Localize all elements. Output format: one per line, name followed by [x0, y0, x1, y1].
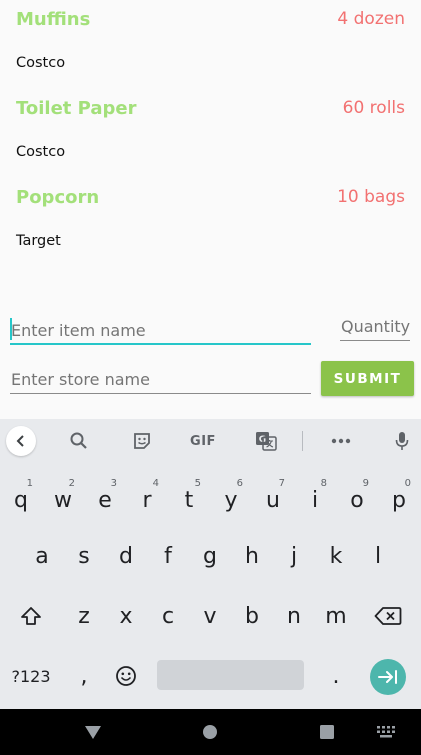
- key-x[interactable]: x: [106, 592, 146, 640]
- key-hint: 8: [320, 478, 327, 489]
- submit-button[interactable]: SUBMIT: [321, 361, 414, 396]
- recents-square-icon: [320, 725, 334, 739]
- key-j[interactable]: j: [274, 532, 314, 580]
- item-name: Muffins: [16, 9, 91, 30]
- key-label: t: [184, 487, 194, 513]
- space-bar[interactable]: [157, 660, 304, 690]
- next-arrow-icon: [378, 670, 397, 684]
- translate-icon[interactable]: G: [251, 419, 281, 463]
- key-e[interactable]: e3: [85, 476, 125, 524]
- item-store: Costco: [16, 144, 66, 160]
- key-z[interactable]: z: [64, 592, 104, 640]
- key-h[interactable]: h: [232, 532, 272, 580]
- list-item[interactable]: Toilet Paper 60 rolls Costco: [0, 89, 421, 178]
- key-l[interactable]: l: [358, 532, 398, 580]
- back-nav-button[interactable]: [78, 709, 108, 755]
- microphone-icon[interactable]: [387, 419, 417, 463]
- emoji-icon: [116, 666, 136, 686]
- key-hint: 7: [278, 478, 285, 489]
- gif-label: GIF: [190, 433, 216, 449]
- symbols-key[interactable]: ?123: [4, 654, 58, 698]
- shift-key[interactable]: [6, 592, 56, 640]
- key-label: u: [266, 487, 280, 513]
- shift-icon: [21, 607, 41, 625]
- collapse-toolbar-button[interactable]: [6, 419, 36, 463]
- item-name: Toilet Paper: [16, 98, 137, 119]
- key-label: y: [224, 487, 238, 513]
- key-d[interactable]: d: [106, 532, 146, 580]
- key-p[interactable]: p0: [379, 476, 419, 524]
- item-quantity: 4 dozen: [337, 9, 405, 29]
- item-store: Target: [16, 233, 61, 249]
- list-item[interactable]: Muffins 4 dozen Costco: [0, 0, 421, 89]
- key-hint: 5: [194, 478, 201, 489]
- key-label: p: [392, 487, 406, 513]
- search-icon[interactable]: [64, 419, 94, 463]
- key-hint: 9: [362, 478, 369, 489]
- key-y[interactable]: y6: [211, 476, 251, 524]
- home-circle-icon: [203, 725, 217, 739]
- home-nav-button[interactable]: [195, 709, 225, 755]
- key-v[interactable]: v: [190, 592, 230, 640]
- item-quantity: 10 bags: [337, 187, 405, 207]
- key-t[interactable]: t5: [169, 476, 209, 524]
- gif-button[interactable]: GIF: [186, 419, 220, 463]
- recents-nav-button[interactable]: [312, 709, 342, 755]
- key-i[interactable]: i8: [295, 476, 335, 524]
- keyboard-icon: [377, 726, 395, 738]
- store-name-underline: [10, 393, 311, 394]
- key-b[interactable]: b: [232, 592, 272, 640]
- keyboard-toolbar: GIF G: [0, 419, 421, 463]
- key-hint: 3: [110, 478, 117, 489]
- emoji-key[interactable]: [106, 654, 146, 698]
- key-s[interactable]: s: [64, 532, 104, 580]
- item-quantity: 60 rolls: [342, 98, 405, 118]
- item-name: Popcorn: [16, 187, 100, 208]
- key-hint: 0: [404, 478, 411, 489]
- item-store: Costco: [16, 55, 66, 71]
- quantity-underline: [340, 340, 410, 341]
- backspace-key[interactable]: [364, 592, 412, 640]
- list-item[interactable]: Popcorn 10 bags Target: [0, 178, 421, 267]
- period-key[interactable]: .: [316, 654, 356, 698]
- quantity-input[interactable]: [341, 314, 411, 338]
- key-hint: 2: [68, 478, 75, 489]
- key-label: i: [311, 487, 319, 513]
- chevron-left-icon: [6, 426, 36, 456]
- item-name-underline: [10, 343, 311, 345]
- key-c[interactable]: c: [148, 592, 188, 640]
- enter-key[interactable]: [370, 659, 406, 695]
- key-o[interactable]: o9: [337, 476, 377, 524]
- key-u[interactable]: u7: [253, 476, 293, 524]
- backspace-icon: [374, 607, 402, 625]
- more-options-icon[interactable]: [326, 419, 356, 463]
- key-w[interactable]: w2: [43, 476, 83, 524]
- key-label: e: [98, 487, 112, 513]
- key-label: r: [142, 487, 152, 513]
- key-r[interactable]: r4: [127, 476, 167, 524]
- key-label: w: [54, 487, 72, 513]
- key-a[interactable]: a: [22, 532, 62, 580]
- comma-key[interactable]: ,: [64, 654, 104, 698]
- back-triangle-icon: [85, 726, 101, 739]
- key-label: o: [350, 487, 364, 513]
- key-q[interactable]: q1: [1, 476, 41, 524]
- key-g[interactable]: g: [190, 532, 230, 580]
- text-cursor: [10, 318, 12, 340]
- key-hint: 4: [152, 478, 159, 489]
- key-hint: 6: [236, 478, 243, 489]
- key-hint: 1: [26, 478, 33, 489]
- key-label: q: [14, 487, 28, 513]
- key-m[interactable]: m: [316, 592, 356, 640]
- key-n[interactable]: n: [274, 592, 314, 640]
- store-name-input[interactable]: [11, 367, 309, 391]
- item-name-input[interactable]: [11, 318, 309, 342]
- sticker-icon[interactable]: [127, 419, 157, 463]
- system-nav-bar: [0, 709, 421, 755]
- key-f[interactable]: f: [148, 532, 188, 580]
- key-k[interactable]: k: [316, 532, 356, 580]
- keyboard-switch-button[interactable]: [372, 709, 400, 755]
- toolbar-divider: [302, 431, 303, 451]
- soft-keyboard: GIF G q1 w2 e3 r4 t5 y6 u7 i8 o9 p0 a s …: [0, 419, 421, 709]
